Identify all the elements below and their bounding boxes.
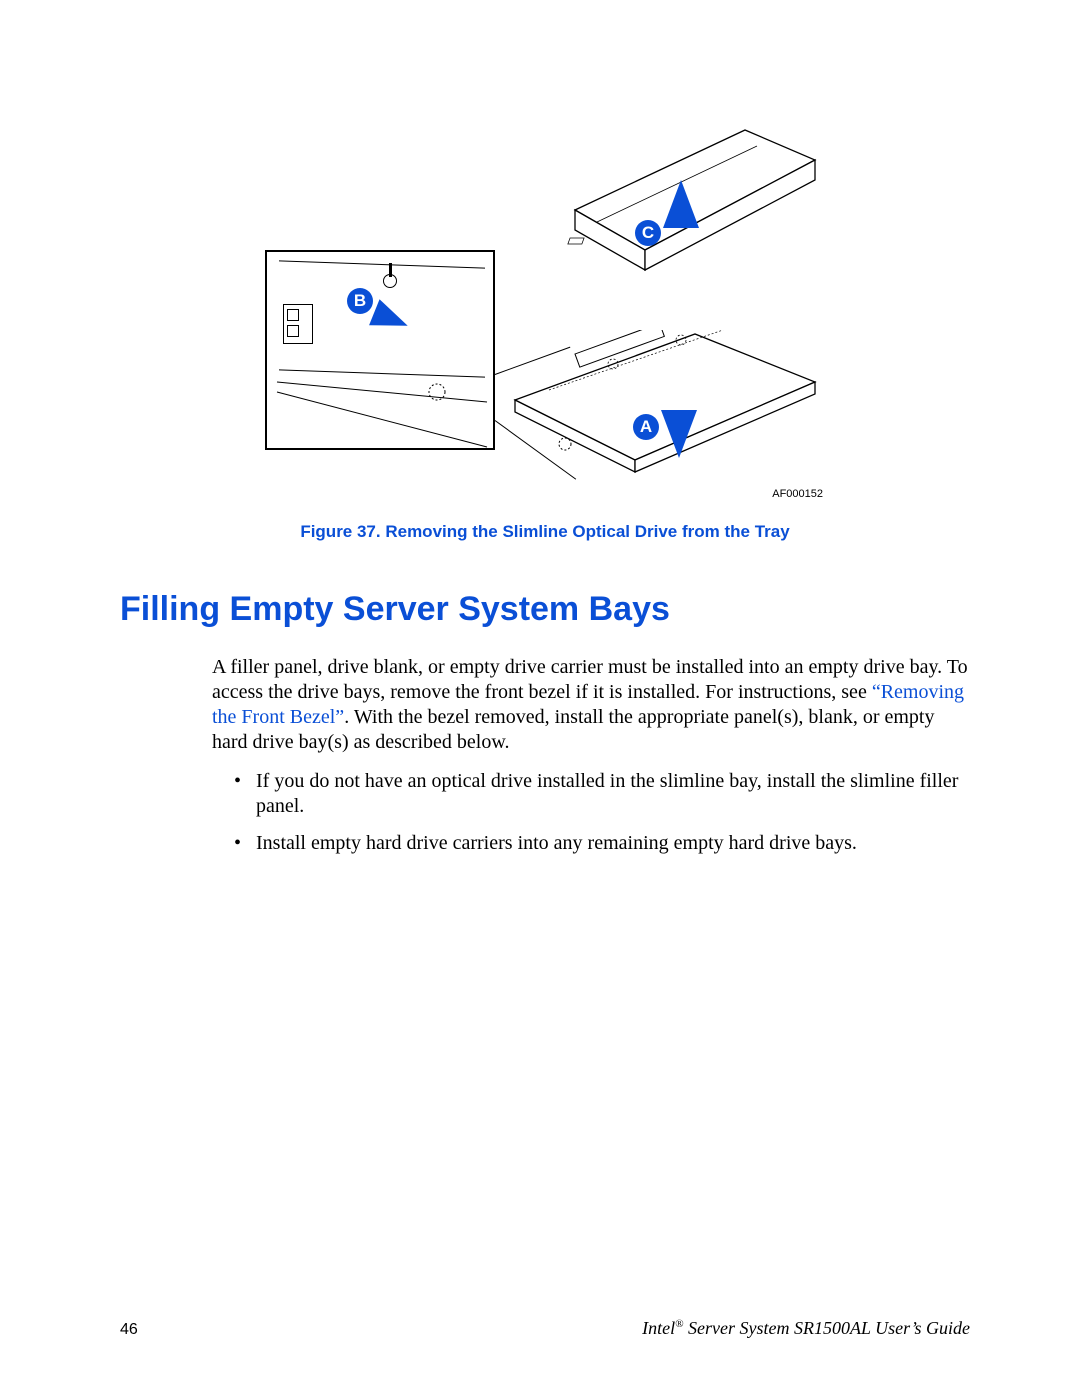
arrow-up-icon <box>663 180 699 228</box>
list-item: If you do not have an optical drive inst… <box>234 769 970 819</box>
registered-mark: ® <box>675 1318 683 1330</box>
callout-c: C <box>635 220 661 246</box>
detail-inset-box <box>265 250 495 450</box>
list-item: Install empty hard drive carriers into a… <box>234 831 970 856</box>
section-heading: Filling Empty Server System Bays <box>120 590 970 629</box>
paragraph: A filler panel, drive blank, or empty dr… <box>212 655 970 755</box>
arrow-down-icon <box>661 410 697 458</box>
guide-rest: Server System SR1500AL User’s Guide <box>684 1318 970 1338</box>
body-text: A filler panel, drive blank, or empty dr… <box>212 655 970 856</box>
technical-diagram: C A <box>265 120 825 500</box>
bullet-list: If you do not have an optical drive inst… <box>234 769 970 856</box>
figure-code: AF000152 <box>772 488 823 500</box>
page-footer: 46 Intel® Server System SR1500AL User’s … <box>120 1318 970 1339</box>
para-text: A filler panel, drive blank, or empty dr… <box>212 656 968 703</box>
figure-caption: Figure 37. Removing the Slimline Optical… <box>215 522 875 542</box>
brand-name: Intel <box>642 1318 675 1338</box>
figure-block: C A <box>215 120 875 542</box>
guide-title: Intel® Server System SR1500AL User’s Gui… <box>642 1318 970 1339</box>
page-number: 46 <box>120 1321 138 1339</box>
callout-a: A <box>633 414 659 440</box>
callout-b: B <box>347 288 373 314</box>
